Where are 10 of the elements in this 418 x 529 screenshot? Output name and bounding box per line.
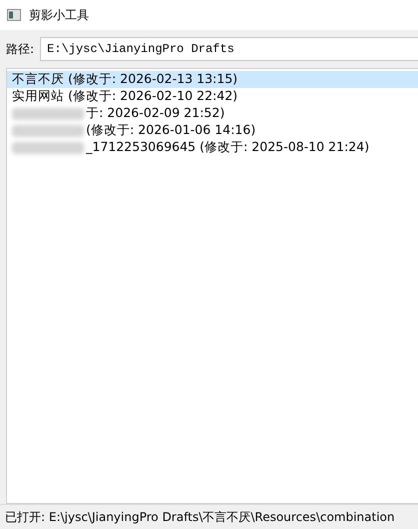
draft-item[interactable]: 于: 2026-02-09 21:52) bbox=[7, 105, 418, 122]
status-bar: 已打开: E:\jysc\JianyingPro Drafts\不言不厌\Resources\combination bbox=[0, 504, 418, 529]
draft-item[interactable]: _1712253069645 (修改于: 2025-08-10 21:24) bbox=[7, 139, 418, 156]
window-title: 剪影小工具 bbox=[29, 6, 89, 24]
draft-item[interactable]: 实用网站 (修改于: 2026-02-10 22:42) bbox=[7, 88, 418, 105]
path-field[interactable]: E:\jysc\JianyingPro Drafts bbox=[40, 37, 418, 61]
draft-item[interactable]: (修改于: 2026-01-06 14:16) bbox=[7, 122, 418, 139]
draft-item[interactable]: 不言不厌 (修改于: 2026-02-13 13:15) bbox=[7, 71, 418, 88]
app-icon bbox=[7, 9, 21, 21]
path-label: 路径: bbox=[6, 40, 34, 58]
